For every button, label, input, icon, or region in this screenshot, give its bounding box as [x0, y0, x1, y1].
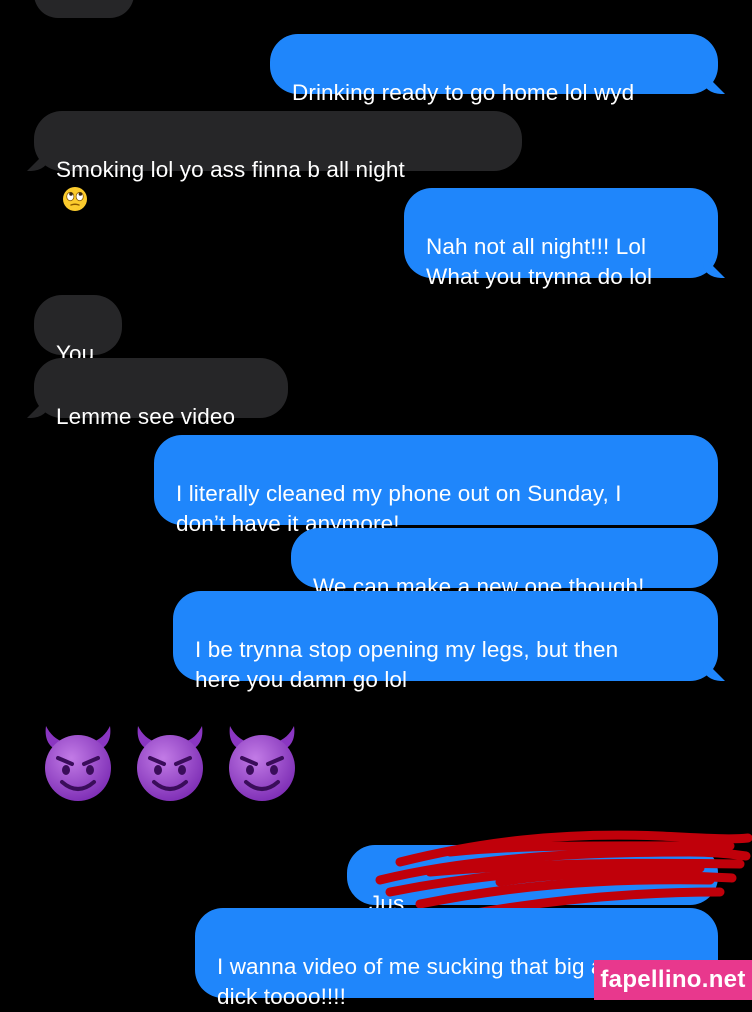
watermark: fapellino.net: [594, 960, 752, 1000]
message-outgoing-7[interactable]: We can make a new one though!: [291, 528, 718, 599]
message-text: I wanna video of me sucking that big ass…: [217, 954, 626, 1009]
previous-incoming-bubble: [34, 0, 134, 18]
message-outgoing-8[interactable]: I be trynna stop opening my legs, but th…: [173, 591, 718, 692]
message-text: I be trynna stop opening my legs, but th…: [195, 637, 619, 692]
message-outgoing-10-redacted[interactable]: Jus: [347, 845, 718, 916]
face-with-rolling-eyes-icon: [63, 187, 87, 211]
message-text: Smoking lol yo ass finna b all night: [56, 157, 405, 182]
message-text: Lemme see video: [56, 404, 236, 429]
message-outgoing-3[interactable]: Nah not all night!!! Lol What you trynna…: [404, 188, 718, 289]
message-outgoing-1[interactable]: Drinking ready to go home lol wyd: [270, 34, 718, 105]
message-text: Drinking ready to go home lol wyd: [292, 80, 635, 105]
smiling-face-with-horns-icon: [45, 726, 111, 801]
message-outgoing-6[interactable]: I literally cleaned my phone out on Sund…: [154, 435, 718, 536]
smiling-face-with-horns-icon: [229, 726, 295, 801]
message-incoming-5[interactable]: Lemme see video: [34, 358, 288, 429]
smiling-face-with-horns-icon: [137, 726, 203, 801]
emoji-message-incoming-9[interactable]: [36, 718, 304, 804]
message-incoming-4[interactable]: You: [34, 295, 122, 366]
message-incoming-2[interactable]: Smoking lol yo ass finna b all night: [34, 111, 522, 211]
message-text: Nah not all night!!! Lol What you trynna…: [426, 234, 653, 289]
